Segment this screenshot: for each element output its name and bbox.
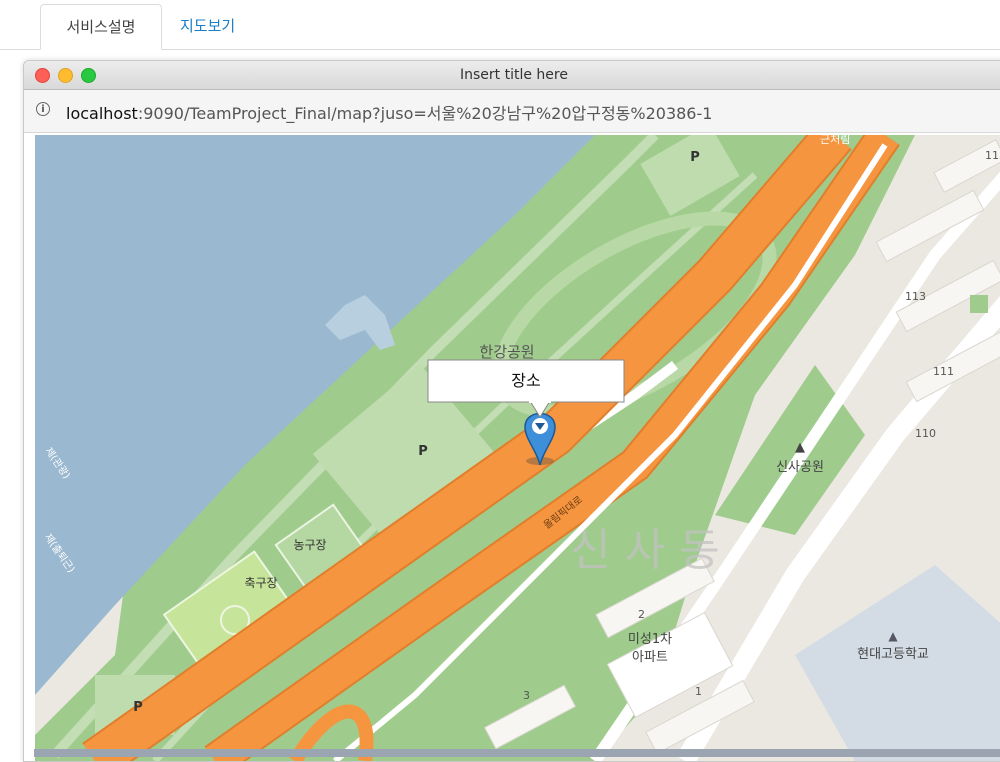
label-num-3: 3 xyxy=(523,689,530,702)
label-num-113: 113 xyxy=(905,290,926,303)
tree-icon: ▲ xyxy=(795,440,805,455)
infowindow-text: 장소 xyxy=(511,371,540,390)
page-bottom-strip xyxy=(34,749,1000,757)
window-titlebar: Insert title here xyxy=(24,61,1000,90)
school-icon: ▲ xyxy=(888,629,898,643)
url-text[interactable]: localhost:9090/TeamProject_Final/map?jus… xyxy=(66,100,712,124)
parking-icon-main: P xyxy=(418,444,428,459)
info-icon[interactable]: i xyxy=(36,102,50,116)
browser-window: Insert title here i localhost:9090/TeamP… xyxy=(23,60,1000,762)
label-basketball: 농구장 xyxy=(293,538,326,552)
url-path: :9090/TeamProject_Final/map?juso=서울%20강남… xyxy=(137,104,713,123)
label-school: 현대고등학교 xyxy=(857,647,929,662)
green-patch-1 xyxy=(970,295,988,313)
label-num-111: 111 xyxy=(933,365,954,378)
map-view[interactable]: 한강공원 신 사 동 신사공원 ▲ 농구장 축구장 미성1차 아파트 현대고등학… xyxy=(35,135,1000,761)
parking-icon-top: P xyxy=(690,150,700,165)
infowindow-tail-cover xyxy=(529,397,551,403)
label-hangang-park: 한강공원 xyxy=(479,343,534,361)
label-num-110: 110 xyxy=(915,427,936,440)
window-title: Insert title here xyxy=(460,67,568,83)
url-host: localhost xyxy=(66,104,138,123)
label-apartment-line2: 아파트 xyxy=(632,650,668,665)
tab-service-description[interactable]: 서비스설명 xyxy=(40,4,162,50)
label-num-115: 115 xyxy=(985,149,1000,162)
parking-icon-bottom: P xyxy=(133,700,143,715)
label-num-2: 2 xyxy=(638,608,645,621)
map-canvas[interactable]: 한강공원 신 사 동 신사공원 ▲ 농구장 축구장 미성1차 아파트 현대고등학… xyxy=(35,135,1000,761)
label-soccer: 축구장 xyxy=(244,576,277,590)
label-apartment-line1: 미성1차 xyxy=(628,632,672,647)
label-top-road: 근처림 xyxy=(820,135,850,146)
label-district: 신 사 동 xyxy=(570,525,719,576)
label-sinsa-park: 신사공원 xyxy=(776,460,824,475)
tab-map-view[interactable]: 지도보기 xyxy=(162,4,253,50)
address-bar[interactable]: i localhost:9090/TeamProject_Final/map?j… xyxy=(24,90,1000,133)
label-num-1: 1 xyxy=(695,685,702,698)
tab-bar: 서비스설명 지도보기 xyxy=(0,0,1000,50)
